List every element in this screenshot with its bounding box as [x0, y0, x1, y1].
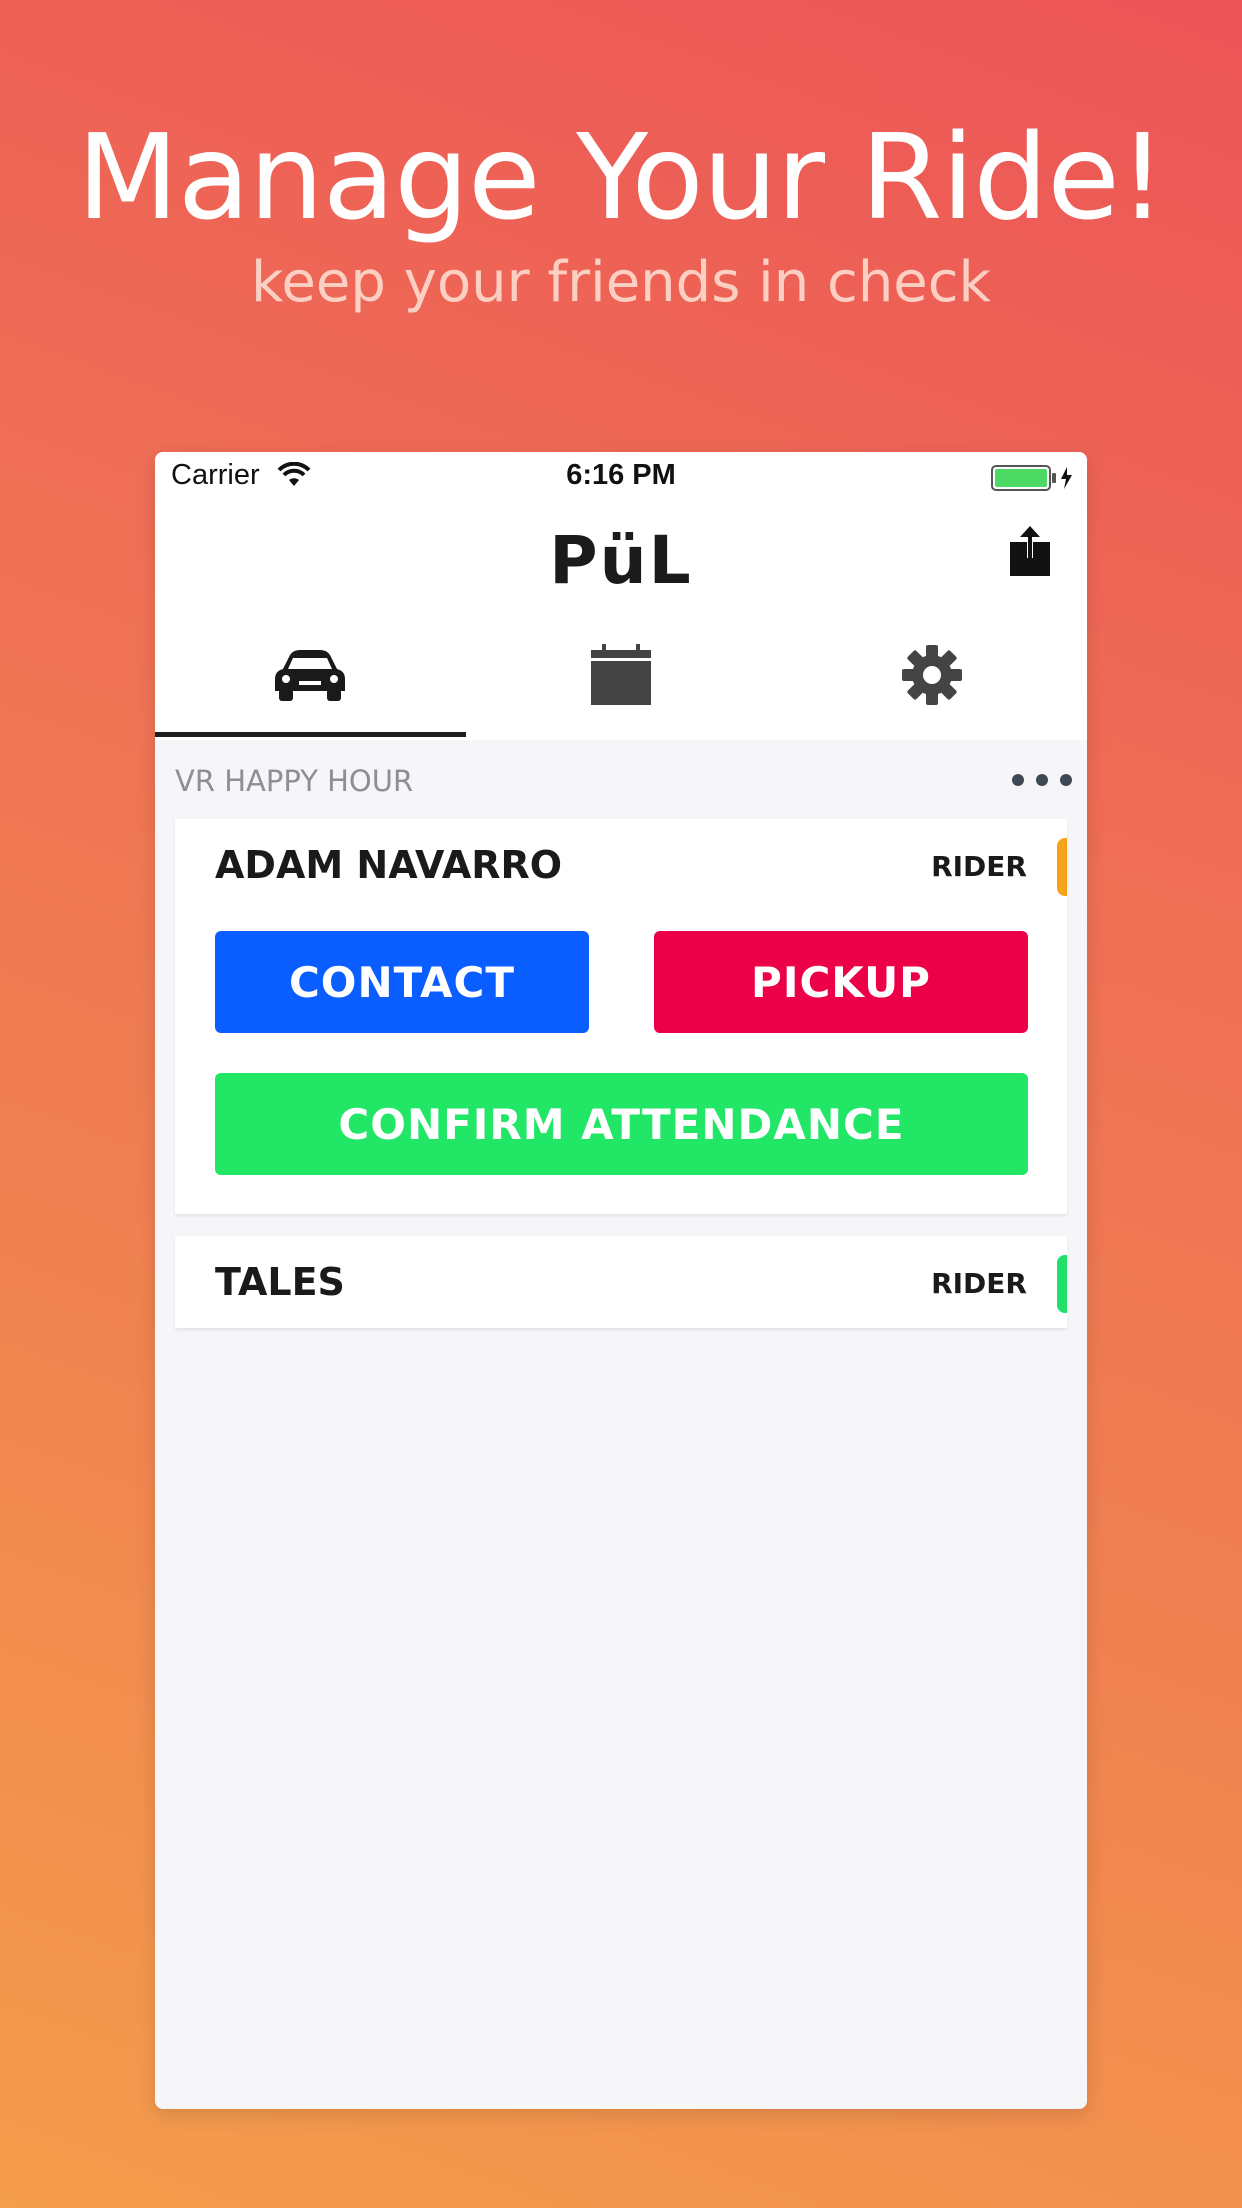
status-bar: Carrier 6:16 PM	[155, 452, 1087, 502]
tab-settings[interactable]	[777, 614, 1087, 740]
rider-role: RIDER	[931, 850, 1027, 883]
group-header: VR HAPPY HOUR	[155, 740, 1087, 812]
confirm-attendance-button[interactable]: CONFIRM ATTENDANCE	[215, 1073, 1028, 1175]
rider-card: ADAM NAVARRO RIDER CONTACT PICKUP CONFIR…	[175, 819, 1067, 1214]
gear-icon	[901, 644, 963, 710]
status-time: 6:16 PM	[566, 459, 676, 491]
calendar-icon	[590, 644, 652, 710]
rider-name: ADAM NAVARRO	[215, 843, 563, 887]
rider-name: TALES	[215, 1260, 345, 1304]
navigation-bar: PüL	[155, 502, 1087, 614]
app-logo: PüL	[549, 522, 693, 599]
tab-calendar[interactable]	[466, 614, 776, 740]
rider-status-indicator	[1057, 838, 1067, 896]
rider-status-indicator	[1057, 1255, 1067, 1313]
tab-rides[interactable]	[155, 614, 465, 740]
rider-role: RIDER	[931, 1267, 1027, 1300]
phone-screen: Carrier 6:16 PM PüL VR HAPPY HOUR ADAM N…	[155, 452, 1087, 2109]
share-icon[interactable]	[1009, 526, 1051, 582]
active-tab-indicator	[155, 732, 466, 737]
tab-bar	[155, 614, 1087, 740]
more-dots-icon[interactable]	[1011, 772, 1073, 791]
rider-card[interactable]: TALES RIDER	[175, 1236, 1067, 1328]
subheadline: keep your friends in check	[251, 250, 991, 315]
group-title: VR HAPPY HOUR	[175, 764, 414, 798]
car-icon	[273, 647, 347, 707]
headline: Manage Your Ride!	[76, 108, 1166, 246]
battery-charging-icon	[991, 465, 1075, 496]
pickup-button[interactable]: PICKUP	[654, 931, 1028, 1033]
contact-button[interactable]: CONTACT	[215, 931, 589, 1033]
